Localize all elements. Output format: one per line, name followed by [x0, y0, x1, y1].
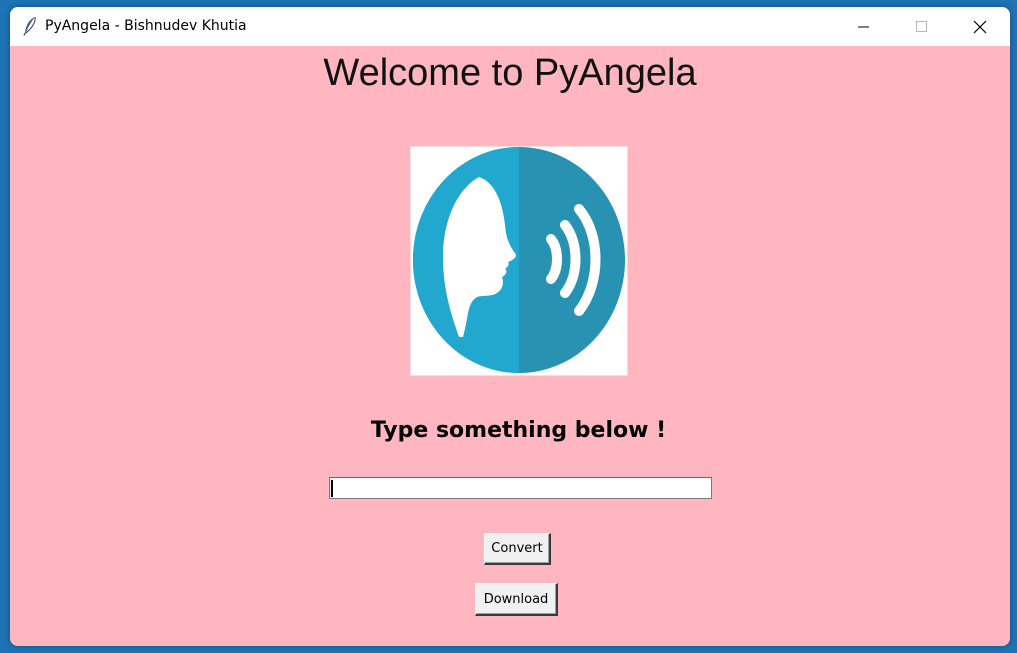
minimize-button[interactable] — [835, 7, 893, 46]
text-input-field[interactable] — [329, 477, 712, 499]
download-button[interactable]: Download — [475, 583, 558, 616]
title-bar[interactable]: PyAngela - Bishnudev Khutia — [10, 7, 1010, 46]
minimize-icon — [858, 26, 869, 27]
speaking-head-icon — [413, 147, 625, 373]
input-prompt: Type something below ! — [370, 418, 667, 443]
app-window: PyAngela - Bishnudev Khutia Welcome to P… — [10, 7, 1010, 646]
close-icon — [973, 20, 987, 33]
convert-button[interactable]: Convert — [484, 533, 551, 565]
maximize-button[interactable] — [893, 7, 951, 46]
feather-icon — [23, 16, 36, 36]
window-title: PyAngela - Bishnudev Khutia — [45, 18, 247, 34]
logo-image — [410, 146, 628, 376]
maximize-icon — [916, 20, 927, 32]
close-button[interactable] — [951, 7, 1009, 46]
main-content: Welcome to PyAngela Type something below… — [10, 46, 1010, 646]
page-title: Welcome to PyAngela — [323, 52, 697, 94]
text-cursor — [331, 480, 333, 497]
